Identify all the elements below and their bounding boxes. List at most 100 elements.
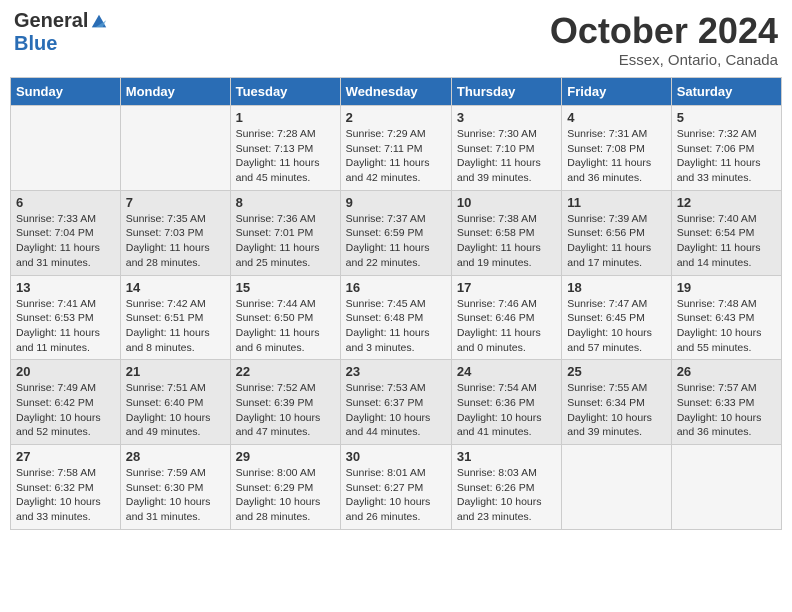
day-content: Sunrise: 7:38 AM Sunset: 6:58 PM Dayligh… xyxy=(457,212,556,271)
calendar-cell xyxy=(120,106,230,191)
day-number: 9 xyxy=(346,195,446,210)
day-number: 22 xyxy=(236,364,335,379)
calendar-week-row: 6 Sunrise: 7:33 AM Sunset: 7:04 PM Daylig… xyxy=(11,190,782,275)
calendar-cell xyxy=(671,445,781,530)
day-number: 15 xyxy=(236,280,335,295)
day-content: Sunrise: 8:03 AM Sunset: 6:26 PM Dayligh… xyxy=(457,466,556,525)
column-header-tuesday: Tuesday xyxy=(230,78,340,106)
day-content: Sunrise: 7:44 AM Sunset: 6:50 PM Dayligh… xyxy=(236,297,335,356)
calendar-cell: 26 Sunrise: 7:57 AM Sunset: 6:33 PM Dayli… xyxy=(671,360,781,445)
day-number: 13 xyxy=(16,280,115,295)
calendar-cell: 19 Sunrise: 7:48 AM Sunset: 6:43 PM Dayli… xyxy=(671,275,781,360)
calendar-cell: 27 Sunrise: 7:58 AM Sunset: 6:32 PM Dayli… xyxy=(11,445,121,530)
day-number: 2 xyxy=(346,110,446,125)
calendar-cell: 24Sunrise: 7:54 AM Sunset: 6:36 PM Dayli… xyxy=(451,360,561,445)
day-number: 4 xyxy=(567,110,665,125)
calendar-cell: 20 Sunrise: 7:49 AM Sunset: 6:42 PM Dayli… xyxy=(11,360,121,445)
calendar-cell: 25Sunrise: 7:55 AM Sunset: 6:34 PM Dayli… xyxy=(562,360,671,445)
month-title: October 2024 xyxy=(550,10,778,52)
day-number: 28 xyxy=(126,449,225,464)
calendar-cell: 29 Sunrise: 8:00 AM Sunset: 6:29 PM Dayli… xyxy=(230,445,340,530)
day-content: Sunrise: 7:54 AM Sunset: 6:36 PM Dayligh… xyxy=(457,381,556,440)
day-number: 8 xyxy=(236,195,335,210)
day-content: Sunrise: 7:33 AM Sunset: 7:04 PM Dayligh… xyxy=(16,212,115,271)
calendar-table: SundayMondayTuesdayWednesdayThursdayFrid… xyxy=(10,77,782,530)
calendar-cell: 12 Sunrise: 7:40 AM Sunset: 6:54 PM Dayli… xyxy=(671,190,781,275)
calendar-cell: 4 Sunrise: 7:31 AM Sunset: 7:08 PM Daylig… xyxy=(562,106,671,191)
day-number: 19 xyxy=(677,280,776,295)
calendar-week-row: 20 Sunrise: 7:49 AM Sunset: 6:42 PM Dayli… xyxy=(11,360,782,445)
day-number: 6 xyxy=(16,195,115,210)
calendar-cell: 9 Sunrise: 7:37 AM Sunset: 6:59 PM Daylig… xyxy=(340,190,451,275)
day-number: 10 xyxy=(457,195,556,210)
day-number: 12 xyxy=(677,195,776,210)
day-number: 11 xyxy=(567,195,665,210)
day-content: Sunrise: 7:49 AM Sunset: 6:42 PM Dayligh… xyxy=(16,381,115,440)
day-number: 14 xyxy=(126,280,225,295)
column-header-monday: Monday xyxy=(120,78,230,106)
day-content: Sunrise: 7:41 AM Sunset: 6:53 PM Dayligh… xyxy=(16,297,115,356)
day-content: Sunrise: 8:01 AM Sunset: 6:27 PM Dayligh… xyxy=(346,466,446,525)
logo-blue-text: Blue xyxy=(14,33,57,56)
calendar-cell: 11Sunrise: 7:39 AM Sunset: 6:56 PM Dayli… xyxy=(562,190,671,275)
title-block: October 2024 Essex, Ontario, Canada xyxy=(550,10,778,69)
day-number: 29 xyxy=(236,449,335,464)
day-content: Sunrise: 7:47 AM Sunset: 6:45 PM Dayligh… xyxy=(567,297,665,356)
day-content: Sunrise: 7:58 AM Sunset: 6:32 PM Dayligh… xyxy=(16,466,115,525)
day-content: Sunrise: 7:48 AM Sunset: 6:43 PM Dayligh… xyxy=(677,297,776,356)
day-content: Sunrise: 7:32 AM Sunset: 7:06 PM Dayligh… xyxy=(677,127,776,186)
page-header: General Blue October 2024 Essex, Ontario… xyxy=(10,10,782,69)
calendar-cell: 31Sunrise: 8:03 AM Sunset: 6:26 PM Dayli… xyxy=(451,445,561,530)
calendar-cell xyxy=(562,445,671,530)
calendar-cell: 5Sunrise: 7:32 AM Sunset: 7:06 PM Daylig… xyxy=(671,106,781,191)
calendar-cell: 23 Sunrise: 7:53 AM Sunset: 6:37 PM Dayli… xyxy=(340,360,451,445)
calendar-cell: 21Sunrise: 7:51 AM Sunset: 6:40 PM Dayli… xyxy=(120,360,230,445)
calendar-cell: 13 Sunrise: 7:41 AM Sunset: 6:53 PM Dayli… xyxy=(11,275,121,360)
day-number: 30 xyxy=(346,449,446,464)
column-header-friday: Friday xyxy=(562,78,671,106)
day-content: Sunrise: 7:42 AM Sunset: 6:51 PM Dayligh… xyxy=(126,297,225,356)
day-number: 20 xyxy=(16,364,115,379)
day-content: Sunrise: 7:35 AM Sunset: 7:03 PM Dayligh… xyxy=(126,212,225,271)
day-content: Sunrise: 7:29 AM Sunset: 7:11 PM Dayligh… xyxy=(346,127,446,186)
day-number: 26 xyxy=(677,364,776,379)
day-content: Sunrise: 7:53 AM Sunset: 6:37 PM Dayligh… xyxy=(346,381,446,440)
day-content: Sunrise: 7:31 AM Sunset: 7:08 PM Dayligh… xyxy=(567,127,665,186)
day-content: Sunrise: 7:51 AM Sunset: 6:40 PM Dayligh… xyxy=(126,381,225,440)
calendar-week-row: 13 Sunrise: 7:41 AM Sunset: 6:53 PM Dayli… xyxy=(11,275,782,360)
calendar-cell: 6 Sunrise: 7:33 AM Sunset: 7:04 PM Daylig… xyxy=(11,190,121,275)
day-content: Sunrise: 7:45 AM Sunset: 6:48 PM Dayligh… xyxy=(346,297,446,356)
day-number: 3 xyxy=(457,110,556,125)
day-content: Sunrise: 7:46 AM Sunset: 6:46 PM Dayligh… xyxy=(457,297,556,356)
calendar-cell: 17 Sunrise: 7:46 AM Sunset: 6:46 PM Dayli… xyxy=(451,275,561,360)
day-content: Sunrise: 7:28 AM Sunset: 7:13 PM Dayligh… xyxy=(236,127,335,186)
column-header-saturday: Saturday xyxy=(671,78,781,106)
calendar-cell: 28Sunrise: 7:59 AM Sunset: 6:30 PM Dayli… xyxy=(120,445,230,530)
day-content: Sunrise: 7:37 AM Sunset: 6:59 PM Dayligh… xyxy=(346,212,446,271)
calendar-cell: 10 Sunrise: 7:38 AM Sunset: 6:58 PM Dayli… xyxy=(451,190,561,275)
column-header-wednesday: Wednesday xyxy=(340,78,451,106)
day-number: 27 xyxy=(16,449,115,464)
calendar-cell: 30 Sunrise: 8:01 AM Sunset: 6:27 PM Dayli… xyxy=(340,445,451,530)
location-subtitle: Essex, Ontario, Canada xyxy=(550,52,778,69)
day-content: Sunrise: 7:36 AM Sunset: 7:01 PM Dayligh… xyxy=(236,212,335,271)
calendar-cell: 1Sunrise: 7:28 AM Sunset: 7:13 PM Daylig… xyxy=(230,106,340,191)
day-content: Sunrise: 7:30 AM Sunset: 7:10 PM Dayligh… xyxy=(457,127,556,186)
calendar-cell: 15 Sunrise: 7:44 AM Sunset: 6:50 PM Dayli… xyxy=(230,275,340,360)
calendar-header-row: SundayMondayTuesdayWednesdayThursdayFrid… xyxy=(11,78,782,106)
day-number: 17 xyxy=(457,280,556,295)
calendar-cell: 2 Sunrise: 7:29 AM Sunset: 7:11 PM Daylig… xyxy=(340,106,451,191)
day-content: Sunrise: 7:57 AM Sunset: 6:33 PM Dayligh… xyxy=(677,381,776,440)
column-header-sunday: Sunday xyxy=(11,78,121,106)
day-content: Sunrise: 7:40 AM Sunset: 6:54 PM Dayligh… xyxy=(677,212,776,271)
calendar-cell: 3 Sunrise: 7:30 AM Sunset: 7:10 PM Daylig… xyxy=(451,106,561,191)
logo: General Blue xyxy=(14,10,108,56)
calendar-cell: 18Sunrise: 7:47 AM Sunset: 6:45 PM Dayli… xyxy=(562,275,671,360)
calendar-cell: 22Sunrise: 7:52 AM Sunset: 6:39 PM Dayli… xyxy=(230,360,340,445)
column-header-thursday: Thursday xyxy=(451,78,561,106)
logo-icon xyxy=(90,13,108,31)
calendar-cell: 7Sunrise: 7:35 AM Sunset: 7:03 PM Daylig… xyxy=(120,190,230,275)
day-number: 23 xyxy=(346,364,446,379)
logo-general-text: General xyxy=(14,10,88,33)
day-content: Sunrise: 8:00 AM Sunset: 6:29 PM Dayligh… xyxy=(236,466,335,525)
